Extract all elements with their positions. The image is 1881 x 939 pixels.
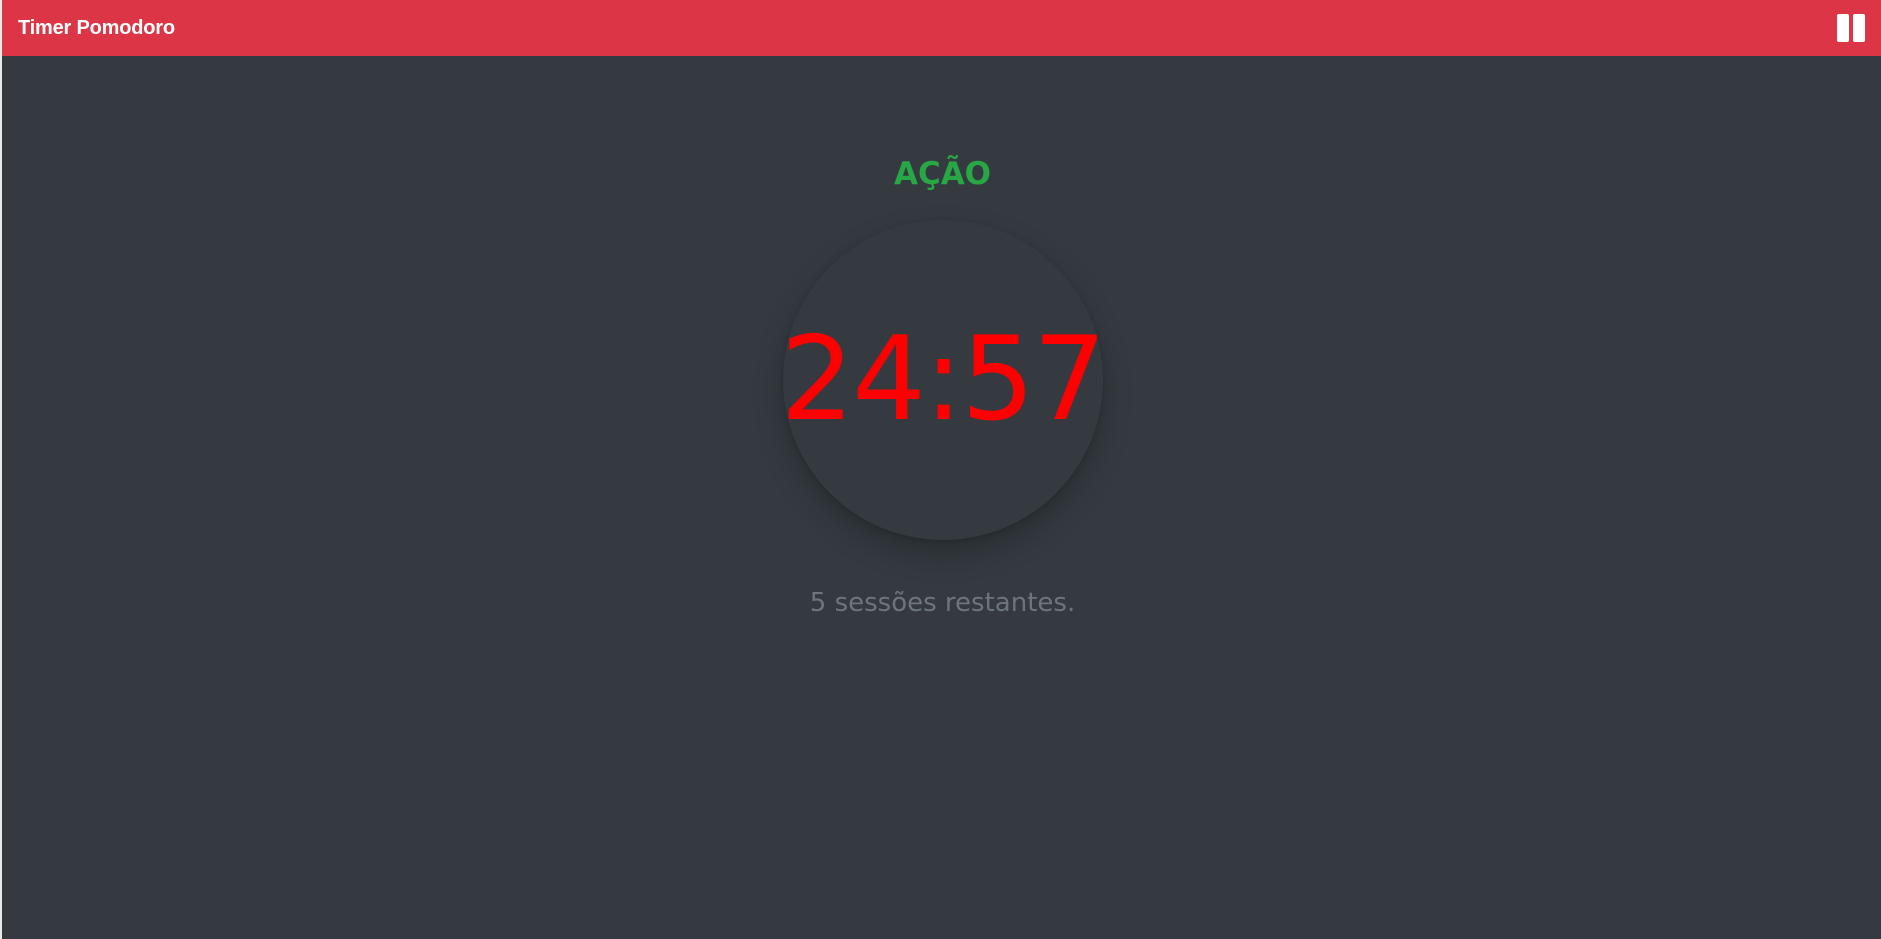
- pause-icon-right-bar: [1853, 14, 1865, 42]
- app-title: Timer Pomodoro: [18, 17, 175, 39]
- pomodoro-app: Timer Pomodoro AÇÃO 24:57 5 sessões rest…: [0, 0, 1881, 939]
- sessions-remaining-text: 5 sessões restantes.: [809, 588, 1076, 618]
- timer-display: 24:57: [780, 312, 1106, 447]
- pause-button[interactable]: [1835, 12, 1867, 44]
- top-bar: Timer Pomodoro: [2, 0, 1881, 56]
- pause-icon-left-bar: [1837, 14, 1849, 42]
- mode-label: AÇÃO: [893, 156, 992, 192]
